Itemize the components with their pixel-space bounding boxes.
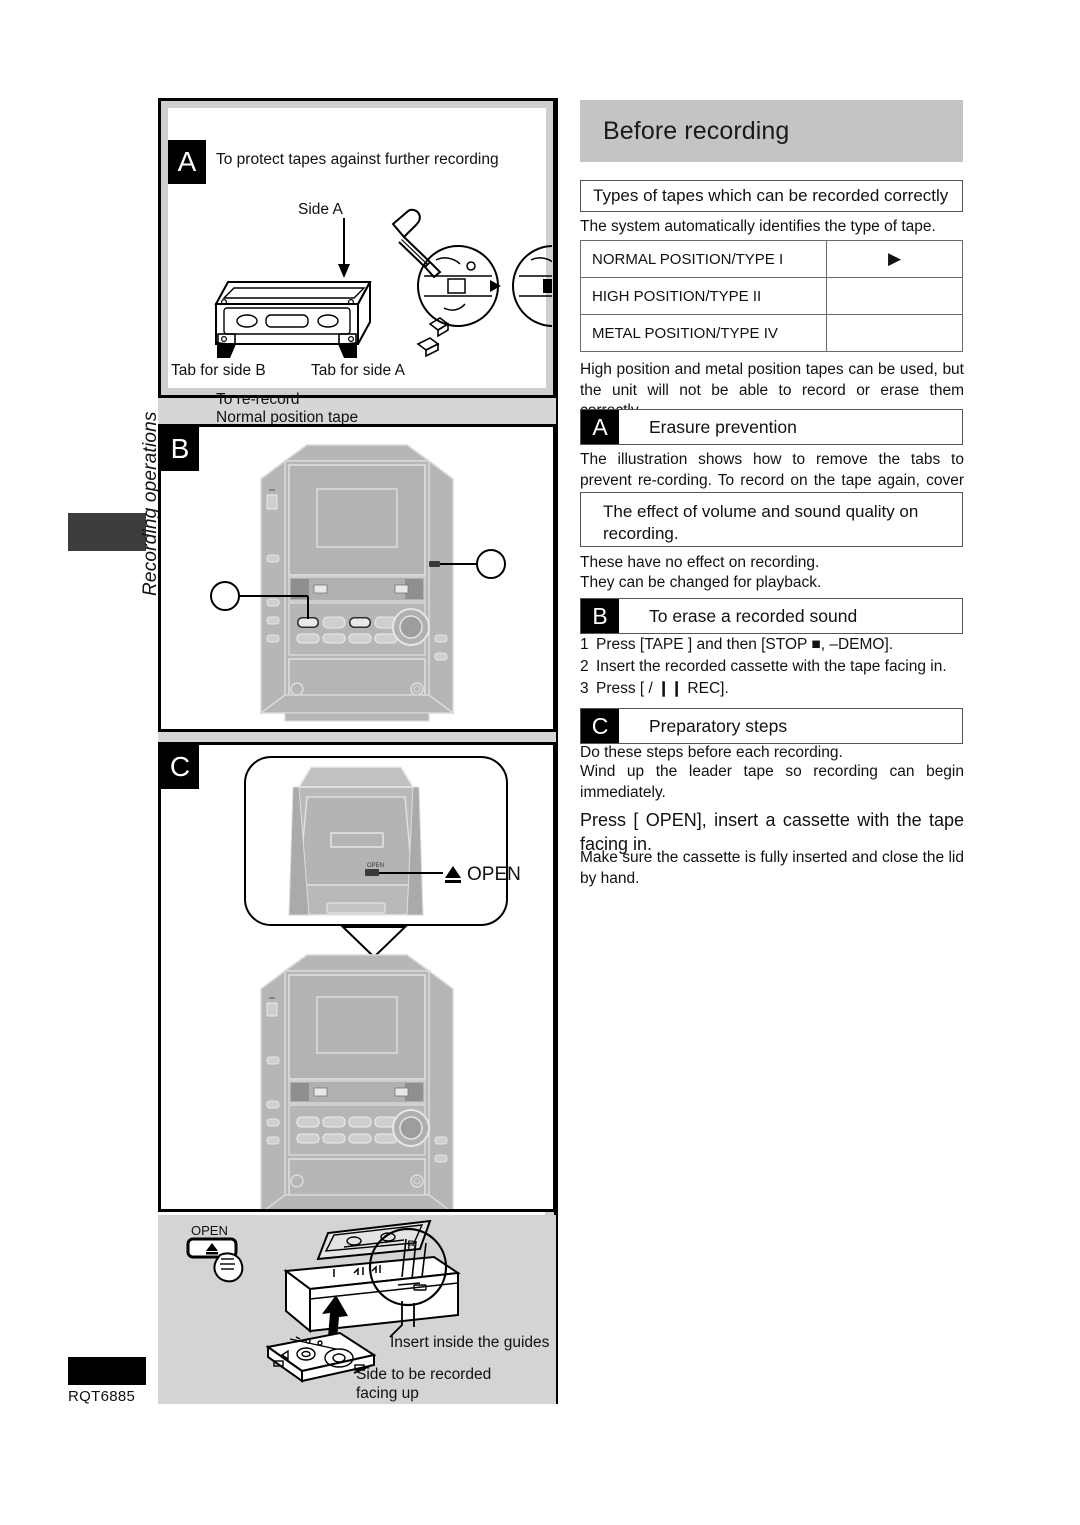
section-c-body3: Make sure the cassette is fully inserted… — [580, 849, 964, 887]
list-item: 1 Press [TAPE ] and then [STOP ■, –DEMO]. — [580, 634, 947, 656]
footer-marker-block — [68, 1357, 146, 1385]
tape-mark-cell — [826, 314, 963, 352]
list-item: 3 Press [ / ❙❙ REC]. — [580, 678, 947, 700]
page-title-bar: Before recording — [580, 100, 963, 162]
section-c-title: Preparatory steps — [649, 715, 788, 736]
table-row: NORMAL POSITION/TYPE I ▶ — [580, 240, 963, 278]
section-c-header: C Preparatory steps — [580, 708, 963, 744]
section-c-badge: C — [581, 709, 619, 743]
section-b-title: To erase a recorded sound — [649, 605, 858, 626]
svg-text:OPEN: OPEN — [367, 863, 384, 869]
tape-mark-cell: ▶ — [826, 240, 963, 278]
rail-marker-block — [68, 513, 146, 551]
manual-page: Recording operations RQT6885 A To protec… — [0, 0, 1080, 1525]
step-text: Press [ / ❙❙ REC]. — [596, 680, 729, 697]
cassette-tab-diagram — [214, 208, 552, 358]
tape-types-table-body: NORMAL POSITION/TYPE I ▶ HIGH POSITION/T… — [580, 240, 963, 352]
section-a-badge: A — [581, 410, 619, 444]
stereo-front-diagram — [210, 444, 506, 722]
cassette-insert-illustration: OPEN Insert inside the guides Side to be… — [158, 1215, 556, 1404]
insert-cassette-diagram: B — [186, 1219, 461, 1383]
panel-gap-b — [158, 732, 556, 742]
illustration-a-title: To protect tapes against further recordi… — [216, 151, 499, 168]
section-b-steps: 1 Press [TAPE ] and then [STOP ■, –DEMO].… — [580, 634, 947, 700]
page-title: Before recording — [603, 117, 790, 145]
tapes-intro-text: The system automatically identifies the … — [580, 218, 936, 235]
open-button-and-deck-diagram: OPEN OPEN — [244, 756, 521, 1209]
volume-effect-line2: recording. — [603, 524, 679, 544]
list-item: 2 Insert the recorded cassette with the t… — [580, 656, 947, 678]
table-row: METAL POSITION/TYPE IV — [580, 314, 963, 352]
step-text: Press [TAPE ] and then [STOP ■, –DEMO]. — [596, 636, 894, 653]
illustration-panel-b: B — [158, 424, 556, 732]
tape-type-cell: METAL POSITION/TYPE IV — [580, 314, 827, 352]
table-row: HIGH POSITION/TYPE II — [580, 277, 963, 315]
section-b-header: B To erase a recorded sound — [580, 598, 963, 634]
step-number: 1 — [580, 636, 589, 653]
step-text: Insert the recorded cassette with the ta… — [596, 658, 947, 675]
volume-body-line2: They can be changed for playback. — [580, 574, 822, 591]
step-number: 3 — [580, 680, 589, 697]
section-a-title: Erasure prevention — [649, 416, 797, 437]
section-c-body2: Wind up the leader tape so recording can… — [580, 763, 964, 801]
section-c-body1: Do these steps before each recording. — [580, 744, 843, 761]
svg-text:OPEN: OPEN — [467, 864, 521, 885]
tape-type-cell: NORMAL POSITION/TYPE I — [580, 240, 827, 278]
step-number: 2 — [580, 658, 589, 675]
document-code: RQT6885 — [68, 1388, 136, 1405]
volume-effect-box: The effect of volume and sound quality o… — [580, 492, 963, 547]
illustration-panel-a: A To protect tapes against further recor… — [158, 98, 556, 511]
section-a-header: A Erasure prevention — [580, 409, 963, 445]
illustration-panel-c: C OPEN OPEN — [158, 742, 556, 1212]
section-b-badge: B — [581, 599, 619, 633]
tape-type-cell: HIGH POSITION/TYPE II — [580, 277, 827, 315]
volume-body-line1: These have no effect on recording. — [580, 554, 820, 571]
volume-effect-line1: The effect of volume and sound quality o… — [603, 502, 919, 521]
tape-mark-cell — [826, 277, 963, 315]
tapes-box-heading-text: Types of tapes which can be recorded cor… — [593, 186, 949, 205]
tapes-box-heading: Types of tapes which can be recorded cor… — [580, 180, 963, 212]
tape-types-table: NORMAL POSITION/TYPE I ▶ HIGH POSITION/T… — [580, 240, 963, 352]
